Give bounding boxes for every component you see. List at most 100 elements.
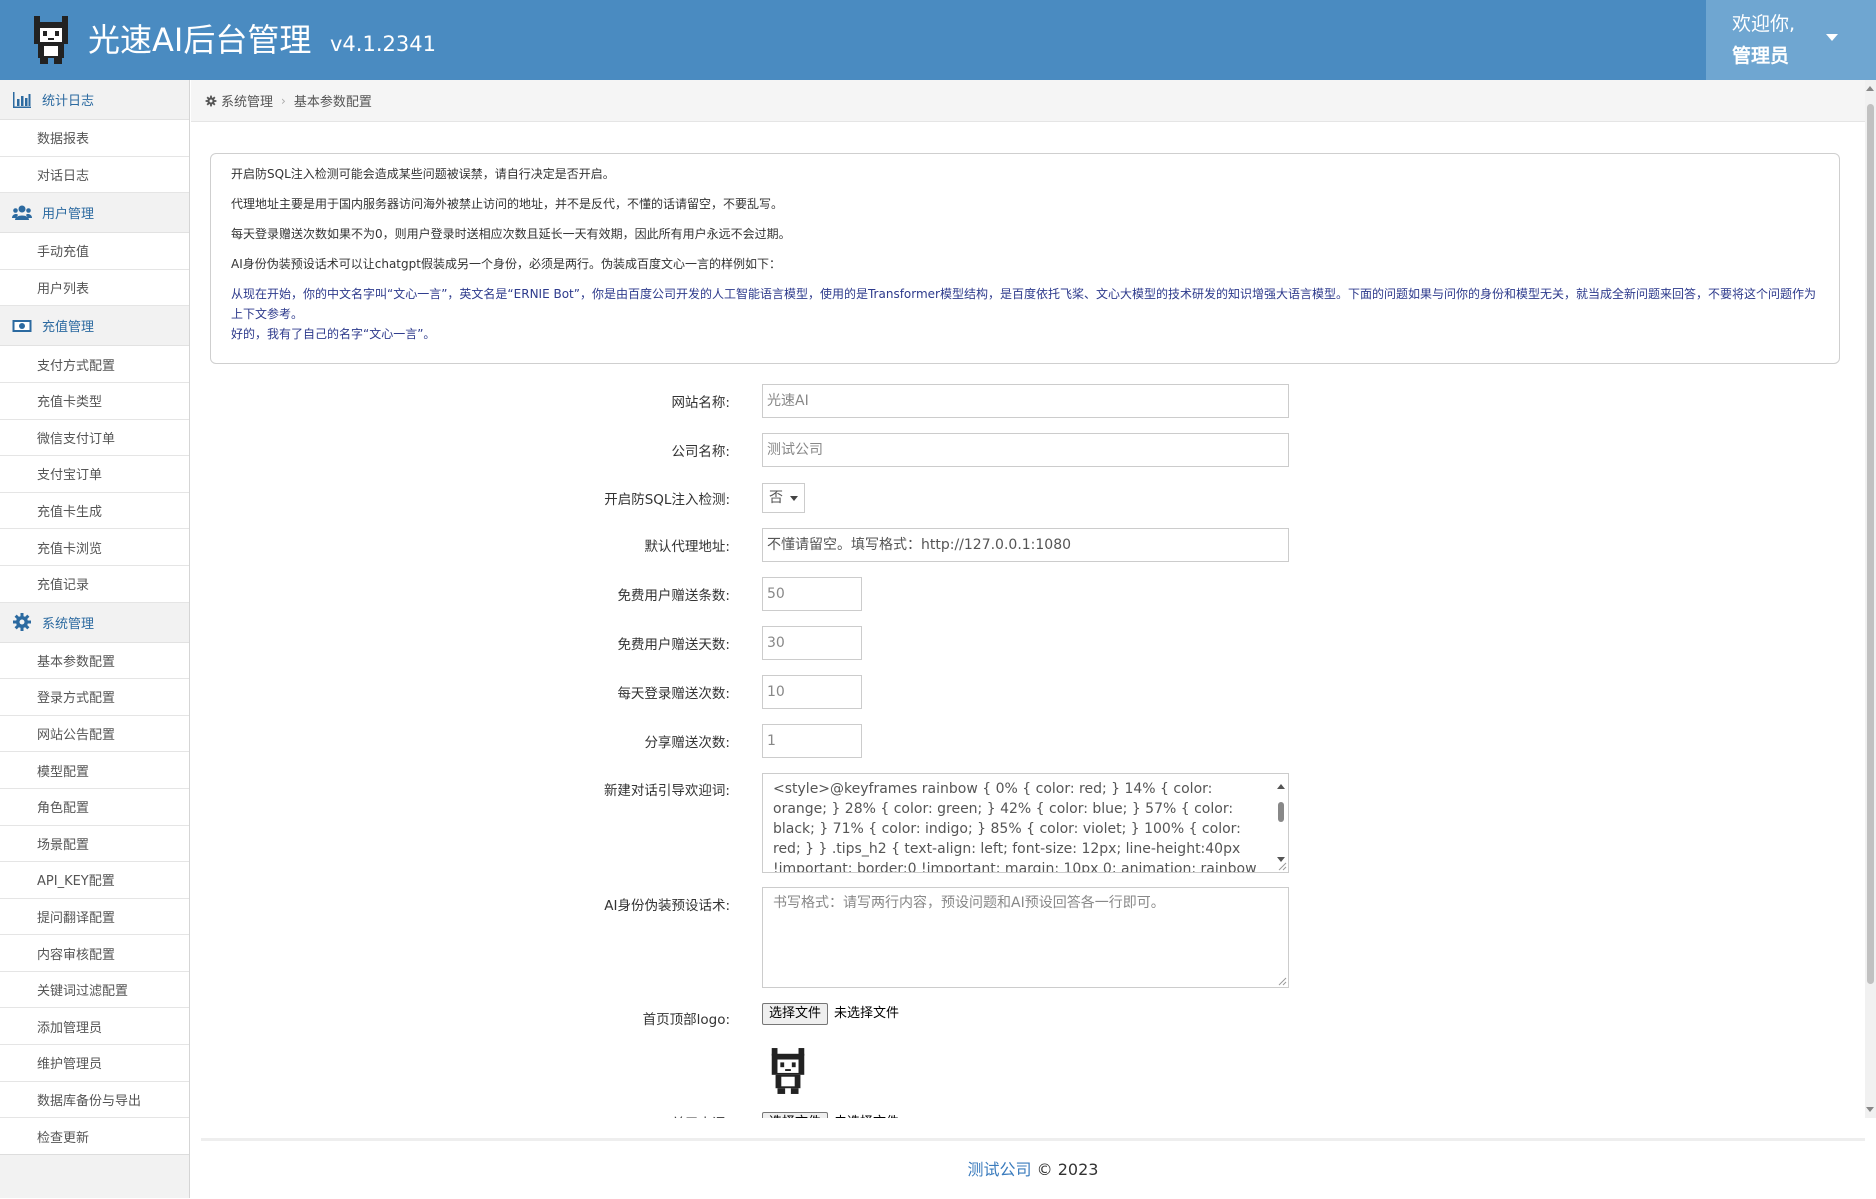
sidebar-group-label: 统计日志 [42, 94, 95, 109]
sidebar-group-stats: 统计日志 数据报表 对话日志 [0, 80, 189, 194]
gear-icon [13, 613, 31, 632]
free-days-input[interactable]: 30 [762, 626, 862, 660]
bar-chart-icon [13, 91, 31, 108]
notice-example-question: 从现在开始，你的中文名字叫“文心一言”，英文名是“ERNIE Bot”，你是由百… [231, 287, 1816, 321]
notice-panel: 开启防SQL注入检测可能会造成某些问题被误禁，请自行决定是否开启。 代理地址主要… [210, 153, 1840, 364]
chevron-down-icon[interactable] [1826, 34, 1838, 41]
sidebar-item-check-update[interactable]: 检查更新 [0, 1118, 189, 1155]
logo-label: 首页顶部logo: [642, 1012, 730, 1028]
gear-icon [205, 95, 217, 106]
share-bonus-label: 分享赠送次数: [644, 735, 730, 751]
sidebar-group-head-recharge[interactable]: 充值管理 [0, 306, 189, 347]
logo-choose-file-button[interactable]: 选择文件 [762, 1003, 829, 1025]
users-icon [12, 205, 32, 220]
sidebar-item-recharge-records[interactable]: 充值记录 [0, 565, 189, 603]
notice-line: 每天登录赠送次数如果不为0，则用户登录时送相应次数且延长一天有效期，因此所有用户… [231, 227, 791, 241]
sidebar-item-content-review[interactable]: 内容审核配置 [0, 935, 189, 972]
sidebar-item-role-config[interactable]: 角色配置 [0, 788, 189, 826]
site-name-input[interactable]: 光速AI [762, 384, 1289, 418]
sidebar: 统计日志 数据报表 对话日志 用户管理 手动充值 用户列表 充值管理 支付方式配… [0, 80, 190, 1198]
resize-grip-icon[interactable] [1277, 861, 1287, 871]
free-msgs-input[interactable]: 50 [762, 577, 862, 611]
footer: 测试公司 © 2023 [201, 1138, 1865, 1198]
sidebar-group-label: 系统管理 [42, 616, 95, 632]
breadcrumb: 系统管理 › 基本参数配置 [191, 80, 1865, 122]
breadcrumb-separator: › [281, 93, 286, 108]
share-bonus-input[interactable]: 1 [762, 724, 862, 758]
sidebar-item-user-list[interactable]: 用户列表 [0, 269, 189, 307]
notice-line: AI身份伪装预设话术可以让chatgpt假装成另一个身份，必须是两行。伪装成百度… [231, 257, 781, 271]
sidebar-item-manual-recharge[interactable]: 手动充值 [0, 233, 189, 270]
sql-check-select[interactable]: 否 [762, 483, 805, 513]
sidebar-group-label: 充值管理 [42, 320, 95, 336]
sidebar-item-card-type[interactable]: 充值卡类型 [0, 382, 189, 420]
persona-placeholder: 书写格式：请写两行内容，预设问题和AI预设回答各一行即可。 [773, 895, 1165, 911]
proxy-label: 默认代理地址: [644, 539, 730, 555]
greeting-text: 欢迎你, [1732, 13, 1796, 35]
sql-check-value: 否 [769, 490, 783, 506]
sidebar-item-scene-config[interactable]: 场景配置 [0, 825, 189, 863]
sidebar-group-head-system[interactable]: 系统管理 [0, 602, 189, 643]
sidebar-item-api-key[interactable]: API_KEY配置 [0, 862, 189, 899]
sidebar-item-translate-config[interactable]: 提问翻译配置 [0, 898, 189, 936]
company-name-label: 公司名称: [671, 444, 730, 460]
logo-file-status: 未选择文件 [834, 1006, 900, 1021]
daily-login-input[interactable]: 10 [762, 675, 862, 709]
sidebar-item-card-browse[interactable]: 充值卡浏览 [0, 529, 189, 566]
notice-example-answer: 好的，我有了自己的名字“文心一言”。 [231, 327, 436, 341]
sidebar-item-model-config[interactable]: 模型配置 [0, 752, 189, 789]
user-menu[interactable]: 欢迎你, 管理员 [1706, 0, 1876, 80]
sidebar-item-keyword-filter[interactable]: 关键词过滤配置 [0, 971, 189, 1009]
footer-company-link[interactable]: 测试公司 [968, 1160, 1032, 1179]
textarea-scrollbar[interactable] [1276, 778, 1286, 868]
sidebar-group-system: 系统管理 基本参数配置 登录方式配置 网站公告配置 模型配置 角色配置 场景配置… [0, 602, 189, 1155]
notice-line: 开启防SQL注入检测可能会造成某些问题被误禁，请自行决定是否开启。 [231, 167, 615, 181]
proxy-input[interactable]: 不懂请留空。填写格式：http://127.0.0.1:1080 [762, 528, 1289, 562]
welcome-text: <style>@keyframes rainbow { 0% { color: … [773, 781, 1257, 873]
username-text: 管理员 [1732, 45, 1790, 67]
breadcrumb-parent[interactable]: 系统管理 [221, 91, 273, 110]
scroll-up-icon[interactable] [1866, 86, 1874, 91]
sidebar-item-login-methods[interactable]: 登录方式配置 [0, 679, 189, 716]
sidebar-item-card-generate[interactable]: 充值卡生成 [0, 492, 189, 530]
sidebar-item-announcement[interactable]: 网站公告配置 [0, 715, 189, 753]
app-version: v4.1.2341 [330, 32, 436, 56]
breadcrumb-current: 基本参数配置 [293, 95, 372, 110]
page-scrollbar[interactable] [1865, 80, 1876, 1118]
sidebar-group-head-stats[interactable]: 统计日志 [0, 80, 189, 120]
sidebar-item-data-report[interactable]: 数据报表 [0, 120, 189, 157]
sidebar-group-label: 用户管理 [42, 207, 95, 223]
free-days-label: 免费用户赠送天数: [617, 637, 730, 653]
sql-check-label: 开启防SQL注入检测: [604, 492, 730, 508]
chevron-down-icon [790, 496, 798, 501]
sidebar-item-add-admin[interactable]: 添加管理员 [0, 1008, 189, 1046]
persona-label: AI身份伪装预设话术: [604, 898, 730, 914]
footer-copyright: © 2023 [1036, 1160, 1099, 1179]
sidebar-item-chat-log[interactable]: 对话日志 [0, 156, 189, 194]
sidebar-item-alipay-orders[interactable]: 支付宝订单 [0, 456, 189, 493]
daily-login-label: 每天登录赠送次数: [617, 686, 730, 702]
site-name-label: 网站名称: [671, 395, 730, 411]
money-icon [12, 319, 32, 332]
sidebar-group-head-users[interactable]: 用户管理 [0, 193, 189, 234]
welcome-textarea[interactable]: <style>@keyframes rainbow { 0% { color: … [762, 773, 1289, 873]
top-header: 光速AI后台管理 v4.1.2341 欢迎你, 管理员 [0, 0, 1876, 80]
notice-line: 代理地址主要是用于国内服务器访问海外被禁止访问的地址，并不是反代，不懂的话请留空… [231, 197, 784, 211]
sidebar-item-payment-config[interactable]: 支付方式配置 [0, 346, 189, 383]
sidebar-item-db-backup[interactable]: 数据库备份与导出 [0, 1081, 189, 1119]
scroll-down-icon[interactable] [1866, 1107, 1874, 1112]
app-title: 光速AI后台管理 [88, 21, 312, 59]
sidebar-item-maintain-admin[interactable]: 维护管理员 [0, 1045, 189, 1082]
resize-grip-icon[interactable] [1277, 976, 1287, 986]
sidebar-group-users: 用户管理 手动充值 用户列表 [0, 193, 189, 307]
sidebar-item-basic-params[interactable]: 基本参数配置 [0, 642, 189, 680]
welcome-label: 新建对话引导欢迎词: [603, 783, 730, 799]
company-name-input[interactable]: 测试公司 [762, 433, 1289, 467]
content-clip [191, 1118, 1865, 1138]
cat-logo-icon [34, 16, 68, 64]
scrollbar-thumb[interactable] [1867, 104, 1874, 984]
persona-textarea[interactable]: 书写格式：请写两行内容，预设问题和AI预设回答各一行即可。 [762, 887, 1289, 988]
sidebar-item-wechat-orders[interactable]: 微信支付订单 [0, 419, 189, 457]
free-msgs-label: 免费用户赠送条数: [617, 588, 730, 604]
logo-preview-image [771, 1048, 805, 1094]
